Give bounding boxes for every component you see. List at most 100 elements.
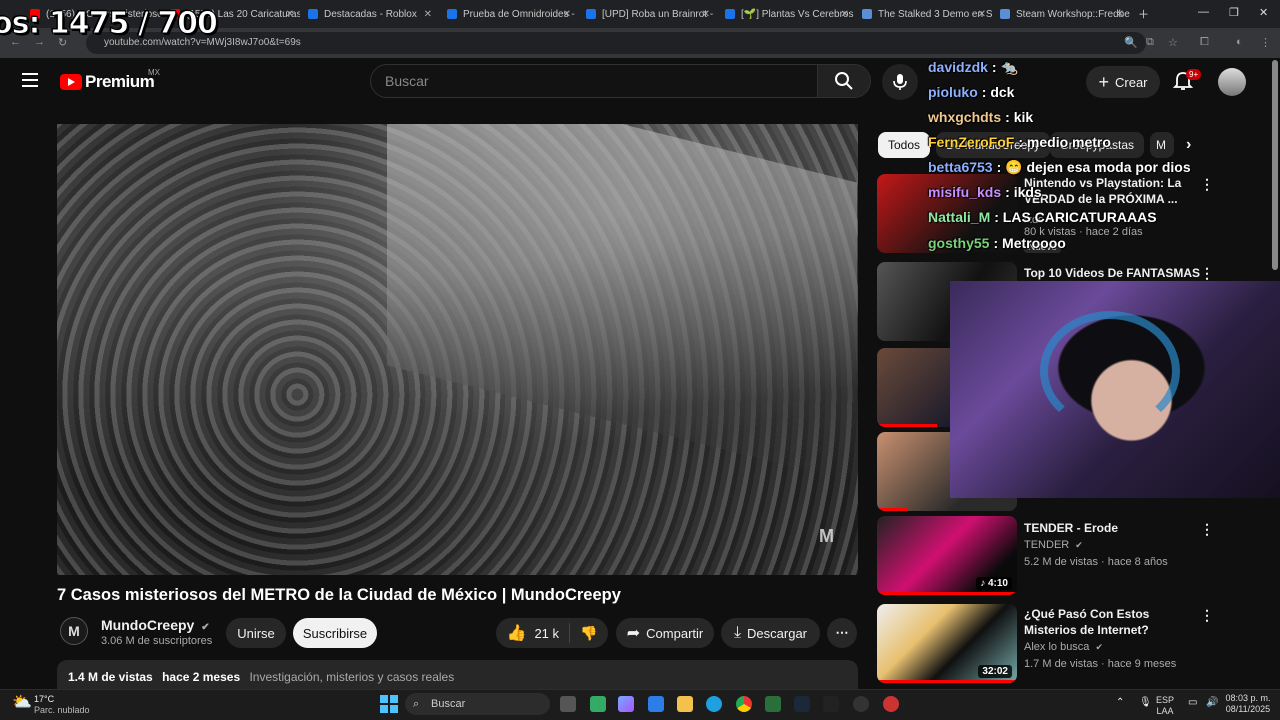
- weather-icon[interactable]: ⛅: [12, 692, 32, 712]
- recommendation-title[interactable]: TENDER - Erode: [1024, 520, 1196, 536]
- copilot-icon[interactable]: [618, 696, 634, 712]
- browser-tab[interactable]: The Stalked 3 Demo en S ✕: [862, 4, 992, 24]
- windows-taskbar: [0, 689, 1280, 720]
- terminal-icon[interactable]: [765, 696, 781, 712]
- download-button[interactable]: ⤓ Descargar: [721, 618, 820, 648]
- page-scrollbar[interactable]: [1272, 60, 1278, 270]
- microphone-tray-icon[interactable]: 🎙: [1139, 697, 1152, 708]
- close-tab-icon[interactable]: ✕: [286, 9, 294, 20]
- dislike-button[interactable]: 👎: [570, 625, 597, 642]
- close-tab-icon[interactable]: ✕: [841, 9, 849, 20]
- tray-chevron-icon[interactable]: ⌃: [1116, 697, 1124, 708]
- voice-search-button[interactable]: [882, 64, 918, 100]
- watch-progress-bar: [877, 680, 1017, 683]
- url-field[interactable]: youtube.com/watch?v=MWj3I8wJ7o0&t=69s: [86, 32, 1146, 54]
- logo-text: Premium: [85, 72, 155, 91]
- zoom-icon[interactable]: 🔍: [1124, 36, 1138, 49]
- recommendation-thumbnail[interactable]: ♪ 4:10: [877, 516, 1017, 595]
- menu-dots-icon[interactable]: ⋮: [1260, 36, 1271, 49]
- search-button[interactable]: [817, 64, 871, 98]
- language-indicator[interactable]: ESP LAA: [1156, 695, 1174, 717]
- windows-start-icon[interactable]: [380, 695, 398, 713]
- chip-more[interactable]: M: [1150, 132, 1174, 158]
- more-vert-icon[interactable]: ⋮: [1200, 521, 1214, 538]
- join-button[interactable]: Unirse: [226, 618, 286, 648]
- recommendation-title[interactable]: Top 10 Videos De FANTASMAS: [1024, 265, 1204, 281]
- close-tab-icon[interactable]: ✕: [978, 9, 986, 20]
- subscribe-button[interactable]: Suscribirse: [293, 618, 377, 648]
- recommendation-title[interactable]: Nintendo vs Playstation: La VERDAD de la…: [1024, 175, 1196, 207]
- browser-tab[interactable]: Prueba de Omnidroides - ✕: [447, 4, 577, 24]
- close-tab-icon[interactable]: ✕: [424, 9, 432, 20]
- close-tab-icon[interactable]: ✕: [702, 9, 710, 20]
- taskbar-search-box[interactable]: ⌕ Buscar: [405, 693, 550, 715]
- browser-tab[interactable]: [🌱] Plantas Vs Cerebros ✕: [725, 4, 855, 24]
- steam-icon[interactable]: [794, 696, 810, 712]
- chat-text: medio metro: [1026, 134, 1111, 150]
- channel-watermark[interactable]: M: [819, 526, 834, 547]
- youtube-premium-logo[interactable]: Premium MX: [60, 68, 160, 92]
- clock[interactable]: 08:03 p. m. 08/11/2025: [1222, 693, 1274, 715]
- chat-username: davidzdk: [928, 59, 988, 75]
- more-vert-icon[interactable]: ⋮: [1200, 265, 1214, 282]
- channel-name[interactable]: MundoCreepy ✔: [101, 617, 210, 633]
- minimize-icon[interactable]: —: [1198, 6, 1209, 18]
- browser-tab[interactable]: Steam Workshop::Fredbe ✕: [1000, 4, 1130, 24]
- more-actions-button[interactable]: ⋯: [827, 618, 857, 648]
- channel-avatar[interactable]: M: [60, 617, 88, 645]
- share-label: Compartir: [646, 625, 704, 641]
- thumbs-up-icon: 👍: [506, 625, 527, 642]
- more-vert-icon[interactable]: ⋮: [1200, 607, 1214, 624]
- network-icon[interactable]: ▭: [1188, 697, 1197, 708]
- like-count: 21 k: [534, 625, 560, 641]
- search-input[interactable]: [371, 65, 771, 97]
- video-player[interactable]: M: [57, 124, 858, 575]
- like-button[interactable]: 👍 21 k: [507, 623, 571, 643]
- more-vert-icon[interactable]: ⋮: [1200, 176, 1214, 193]
- download-label: Descargar: [747, 625, 808, 641]
- maximize-icon[interactable]: ❐: [1229, 6, 1239, 19]
- file-explorer-icon[interactable]: [677, 696, 693, 712]
- verified-icon: ✔: [1095, 642, 1104, 652]
- task-view-icon[interactable]: [560, 696, 576, 712]
- recommendation-title[interactable]: ¿Qué Pasó Con Estos Misterios de Interne…: [1024, 606, 1196, 638]
- profile-icon[interactable]: ◐: [1236, 36, 1243, 48]
- volume-icon[interactable]: 🔊: [1206, 697, 1218, 708]
- chat-text: 😁 dejen esa moda por dios: [1005, 159, 1191, 175]
- create-button[interactable]: + Crear: [1086, 66, 1160, 98]
- cast-icon[interactable]: ⧉: [1146, 36, 1154, 49]
- hamburger-menu-icon[interactable]: [22, 73, 38, 87]
- recommendation-meta: 5.2 M de vistas · hace 8 años: [1024, 556, 1168, 568]
- close-tab-icon[interactable]: ✕: [563, 9, 571, 20]
- close-window-icon[interactable]: ✕: [1259, 6, 1268, 19]
- notification-count-badge: 9+: [1186, 69, 1202, 80]
- new-tab-icon[interactable]: ＋: [1138, 6, 1149, 22]
- youtube-play-icon: [60, 74, 82, 90]
- browser-tab[interactable]: [UPD] Roba un Brainrot - ✕: [586, 4, 716, 24]
- widgets-icon[interactable]: [590, 696, 606, 712]
- roblox-icon: [586, 9, 596, 19]
- chat-username: FernZeroFoF: [928, 134, 1015, 150]
- bookmark-star-icon[interactable]: ☆: [1168, 36, 1178, 49]
- app-icon[interactable]: [883, 696, 899, 712]
- microphone-icon: [893, 74, 907, 90]
- share-button[interactable]: ➦ Compartir: [616, 618, 714, 648]
- account-avatar[interactable]: [1218, 68, 1246, 96]
- chrome-icon[interactable]: [736, 696, 752, 712]
- recommendation-thumbnail[interactable]: 32:02: [877, 604, 1017, 683]
- store-icon[interactable]: [648, 696, 664, 712]
- close-tab-icon[interactable]: ✕: [1116, 9, 1124, 20]
- recommendation-channel[interactable]: Alex lo busca ✔: [1024, 641, 1103, 653]
- chat-message: misifu_kds: ikds: [928, 184, 1042, 200]
- chevron-right-icon[interactable]: ›: [1186, 136, 1191, 154]
- extensions-icon[interactable]: ⧠: [1200, 36, 1209, 49]
- recommendation-channel[interactable]: TENDER ✔: [1024, 539, 1083, 551]
- chat-username: Nattali_M: [928, 209, 991, 225]
- obs-icon[interactable]: [853, 696, 869, 712]
- chat-message: betta6753: 😁 dejen esa moda por dios: [928, 159, 1191, 175]
- watch-progress-bar: [877, 424, 937, 427]
- browser-tab[interactable]: Destacadas - Roblox ✕: [308, 4, 438, 24]
- edge-icon[interactable]: [706, 696, 722, 712]
- chip-todos[interactable]: Todos: [878, 132, 931, 158]
- capcut-icon[interactable]: [823, 696, 839, 712]
